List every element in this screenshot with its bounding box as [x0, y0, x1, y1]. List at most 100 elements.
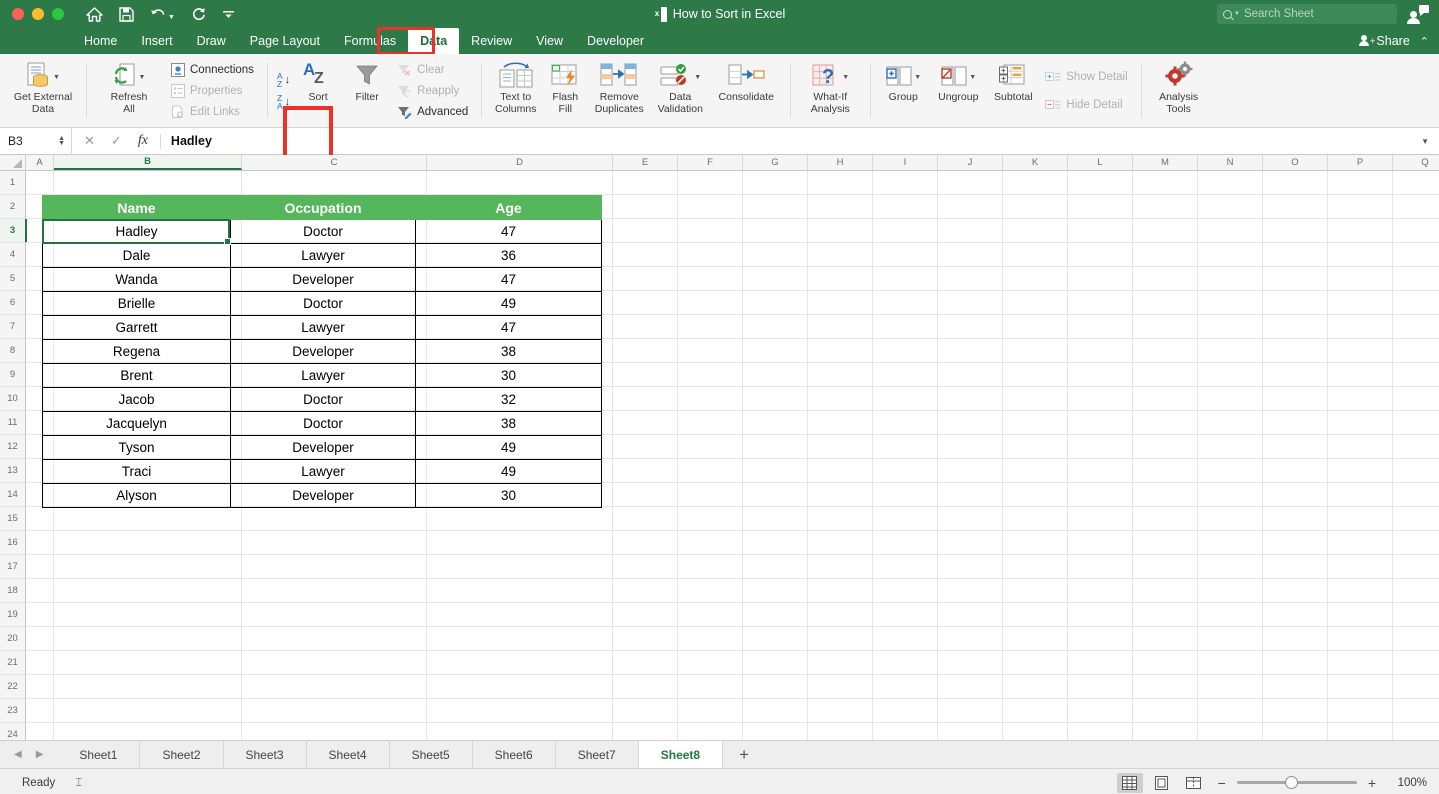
row-header-22[interactable]: 22 [0, 675, 25, 699]
table-row[interactable]: Alyson Developer 30 [42, 483, 602, 508]
close-window-button[interactable] [12, 8, 24, 20]
refresh-all-button[interactable]: ▼ Refresh All [93, 54, 165, 127]
column-header-C[interactable]: C [242, 155, 427, 170]
row-header-2[interactable]: 2 [0, 195, 25, 219]
column-header-Q[interactable]: Q [1393, 155, 1439, 170]
cell-B13[interactable]: Traci [42, 459, 231, 484]
table-row[interactable]: Jacquelyn Doctor 38 [42, 411, 602, 436]
column-header-N[interactable]: N [1198, 155, 1263, 170]
cell-D11[interactable]: 38 [415, 411, 602, 436]
zoom-out-button[interactable]: − [1213, 775, 1231, 791]
formula-bar-content[interactable]: Hadley [161, 134, 212, 148]
minimize-window-button[interactable] [32, 8, 44, 20]
sheet-tab-sheet4[interactable]: Sheet4 [306, 741, 390, 768]
tab-insert[interactable]: Insert [129, 28, 184, 54]
zoom-slider-knob[interactable] [1284, 776, 1298, 789]
flash-fill-button[interactable]: Flash Fill [543, 54, 587, 127]
table-row[interactable]: Tyson Developer 49 [42, 435, 602, 460]
table-row[interactable]: Garrett Lawyer 47 [42, 315, 602, 340]
cell-B5[interactable]: Wanda [42, 267, 231, 292]
cell-C9[interactable]: Lawyer [230, 363, 416, 388]
row-header-23[interactable]: 23 [0, 699, 25, 723]
undo-icon[interactable]: ▼ [150, 7, 175, 21]
zoom-slider[interactable] [1236, 773, 1357, 793]
row-header-12[interactable]: 12 [0, 435, 25, 459]
row-header-24[interactable]: 24 [0, 723, 25, 740]
get-external-data-button[interactable]: ▼ Get External Data [7, 54, 79, 127]
refresh-all-caret[interactable]: ▼ [139, 74, 146, 81]
sheet-tab-sheet7[interactable]: Sheet7 [555, 741, 639, 768]
cell-B11[interactable]: Jacquelyn [42, 411, 231, 436]
column-title-age[interactable]: Age [415, 195, 602, 220]
column-title-occupation[interactable]: Occupation [230, 195, 416, 220]
row-header-10[interactable]: 10 [0, 387, 25, 411]
consolidate-button[interactable]: Consolidate [709, 54, 783, 127]
what-if-caret[interactable]: ▼ [842, 74, 849, 81]
cell-B7[interactable]: Garrett [42, 315, 231, 340]
column-header-I[interactable]: I [873, 155, 938, 170]
confirm-icon[interactable]: ✓ [111, 133, 122, 149]
sheet-tab-sheet2[interactable]: Sheet2 [140, 741, 224, 768]
undo-dropdown-caret[interactable]: ▼ [168, 14, 175, 21]
ungroup-caret[interactable]: ▼ [969, 74, 976, 81]
what-if-analysis-button[interactable]: ? ▼ What-If Analysis [797, 54, 863, 127]
column-title-name[interactable]: Name [42, 195, 231, 220]
remove-duplicates-button[interactable]: Remove Duplicates [587, 54, 651, 127]
zoom-level-label[interactable]: 100% [1387, 777, 1427, 789]
sort-descending-button[interactable]: ZA ↓ [277, 93, 290, 110]
data-validation-caret[interactable]: ▼ [694, 74, 701, 81]
table-row[interactable]: Brent Lawyer 30 [42, 363, 602, 388]
cell-C12[interactable]: Developer [230, 435, 416, 460]
row-header-19[interactable]: 19 [0, 603, 25, 627]
cell-D6[interactable]: 49 [415, 291, 602, 316]
search-sheet-box[interactable]: ▼ [1217, 4, 1397, 24]
cell-D7[interactable]: 47 [415, 315, 602, 340]
cell-C13[interactable]: Lawyer [230, 459, 416, 484]
redo-icon[interactable] [191, 7, 206, 22]
ribbon-tab-bar[interactable]: Home Insert Draw Page Layout Formulas Da… [0, 27, 1439, 55]
row-header-5[interactable]: 5 [0, 267, 25, 291]
connections-button[interactable]: Connections [167, 60, 258, 80]
cell-D8[interactable]: 38 [415, 339, 602, 364]
cell-B9[interactable]: Brent [42, 363, 231, 388]
filter-button[interactable]: Filter [343, 54, 391, 127]
row-header-21[interactable]: 21 [0, 651, 25, 675]
add-sheet-button[interactable]: + [723, 741, 765, 768]
subtotal-button[interactable]: Subtotal [987, 54, 1039, 127]
cell-C4[interactable]: Lawyer [230, 243, 416, 268]
tab-page-layout[interactable]: Page Layout [238, 28, 332, 54]
column-header-E[interactable]: E [613, 155, 678, 170]
row-header-15[interactable]: 15 [0, 507, 25, 531]
column-header-P[interactable]: P [1328, 155, 1393, 170]
overflow-icon[interactable] [222, 8, 235, 20]
share-button[interactable]: + Share [1359, 34, 1410, 48]
name-box[interactable]: B3 ▲ ▼ [0, 127, 72, 155]
column-header-B[interactable]: B [54, 155, 242, 170]
advanced-filter-button[interactable]: Advanced [393, 102, 472, 122]
fx-icon[interactable]: fx [138, 133, 148, 149]
zoom-in-button[interactable]: + [1363, 775, 1381, 791]
group-caret[interactable]: ▼ [914, 74, 921, 81]
cell-D3[interactable]: 47 [415, 219, 602, 244]
row-header-16[interactable]: 16 [0, 531, 25, 555]
group-button[interactable]: ▼ Group [877, 54, 929, 127]
cell-B3[interactable]: Hadley [42, 219, 231, 244]
column-header-A[interactable]: A [26, 155, 54, 170]
table-row[interactable]: Brielle Doctor 49 [42, 291, 602, 316]
column-header-H[interactable]: H [808, 155, 873, 170]
column-header-D[interactable]: D [427, 155, 613, 170]
cell-D9[interactable]: 30 [415, 363, 602, 388]
sheet-tab-sheet5[interactable]: Sheet5 [389, 741, 473, 768]
cell-C11[interactable]: Doctor [230, 411, 416, 436]
prev-sheet-icon[interactable]: ◀ [14, 749, 22, 760]
sort-ascending-button[interactable]: AZ ↓ [277, 71, 290, 88]
row-header-4[interactable]: 4 [0, 243, 25, 267]
window-controls[interactable] [0, 8, 64, 20]
row-header-13[interactable]: 13 [0, 459, 25, 483]
selection-mode-icon[interactable]: ⌶ [75, 775, 82, 790]
get-external-data-caret[interactable]: ▼ [53, 74, 60, 81]
table-row[interactable]: Dale Lawyer 36 [42, 243, 602, 268]
row-header-9[interactable]: 9 [0, 363, 25, 387]
tab-developer[interactable]: Developer [575, 28, 656, 54]
row-header-7[interactable]: 7 [0, 315, 25, 339]
